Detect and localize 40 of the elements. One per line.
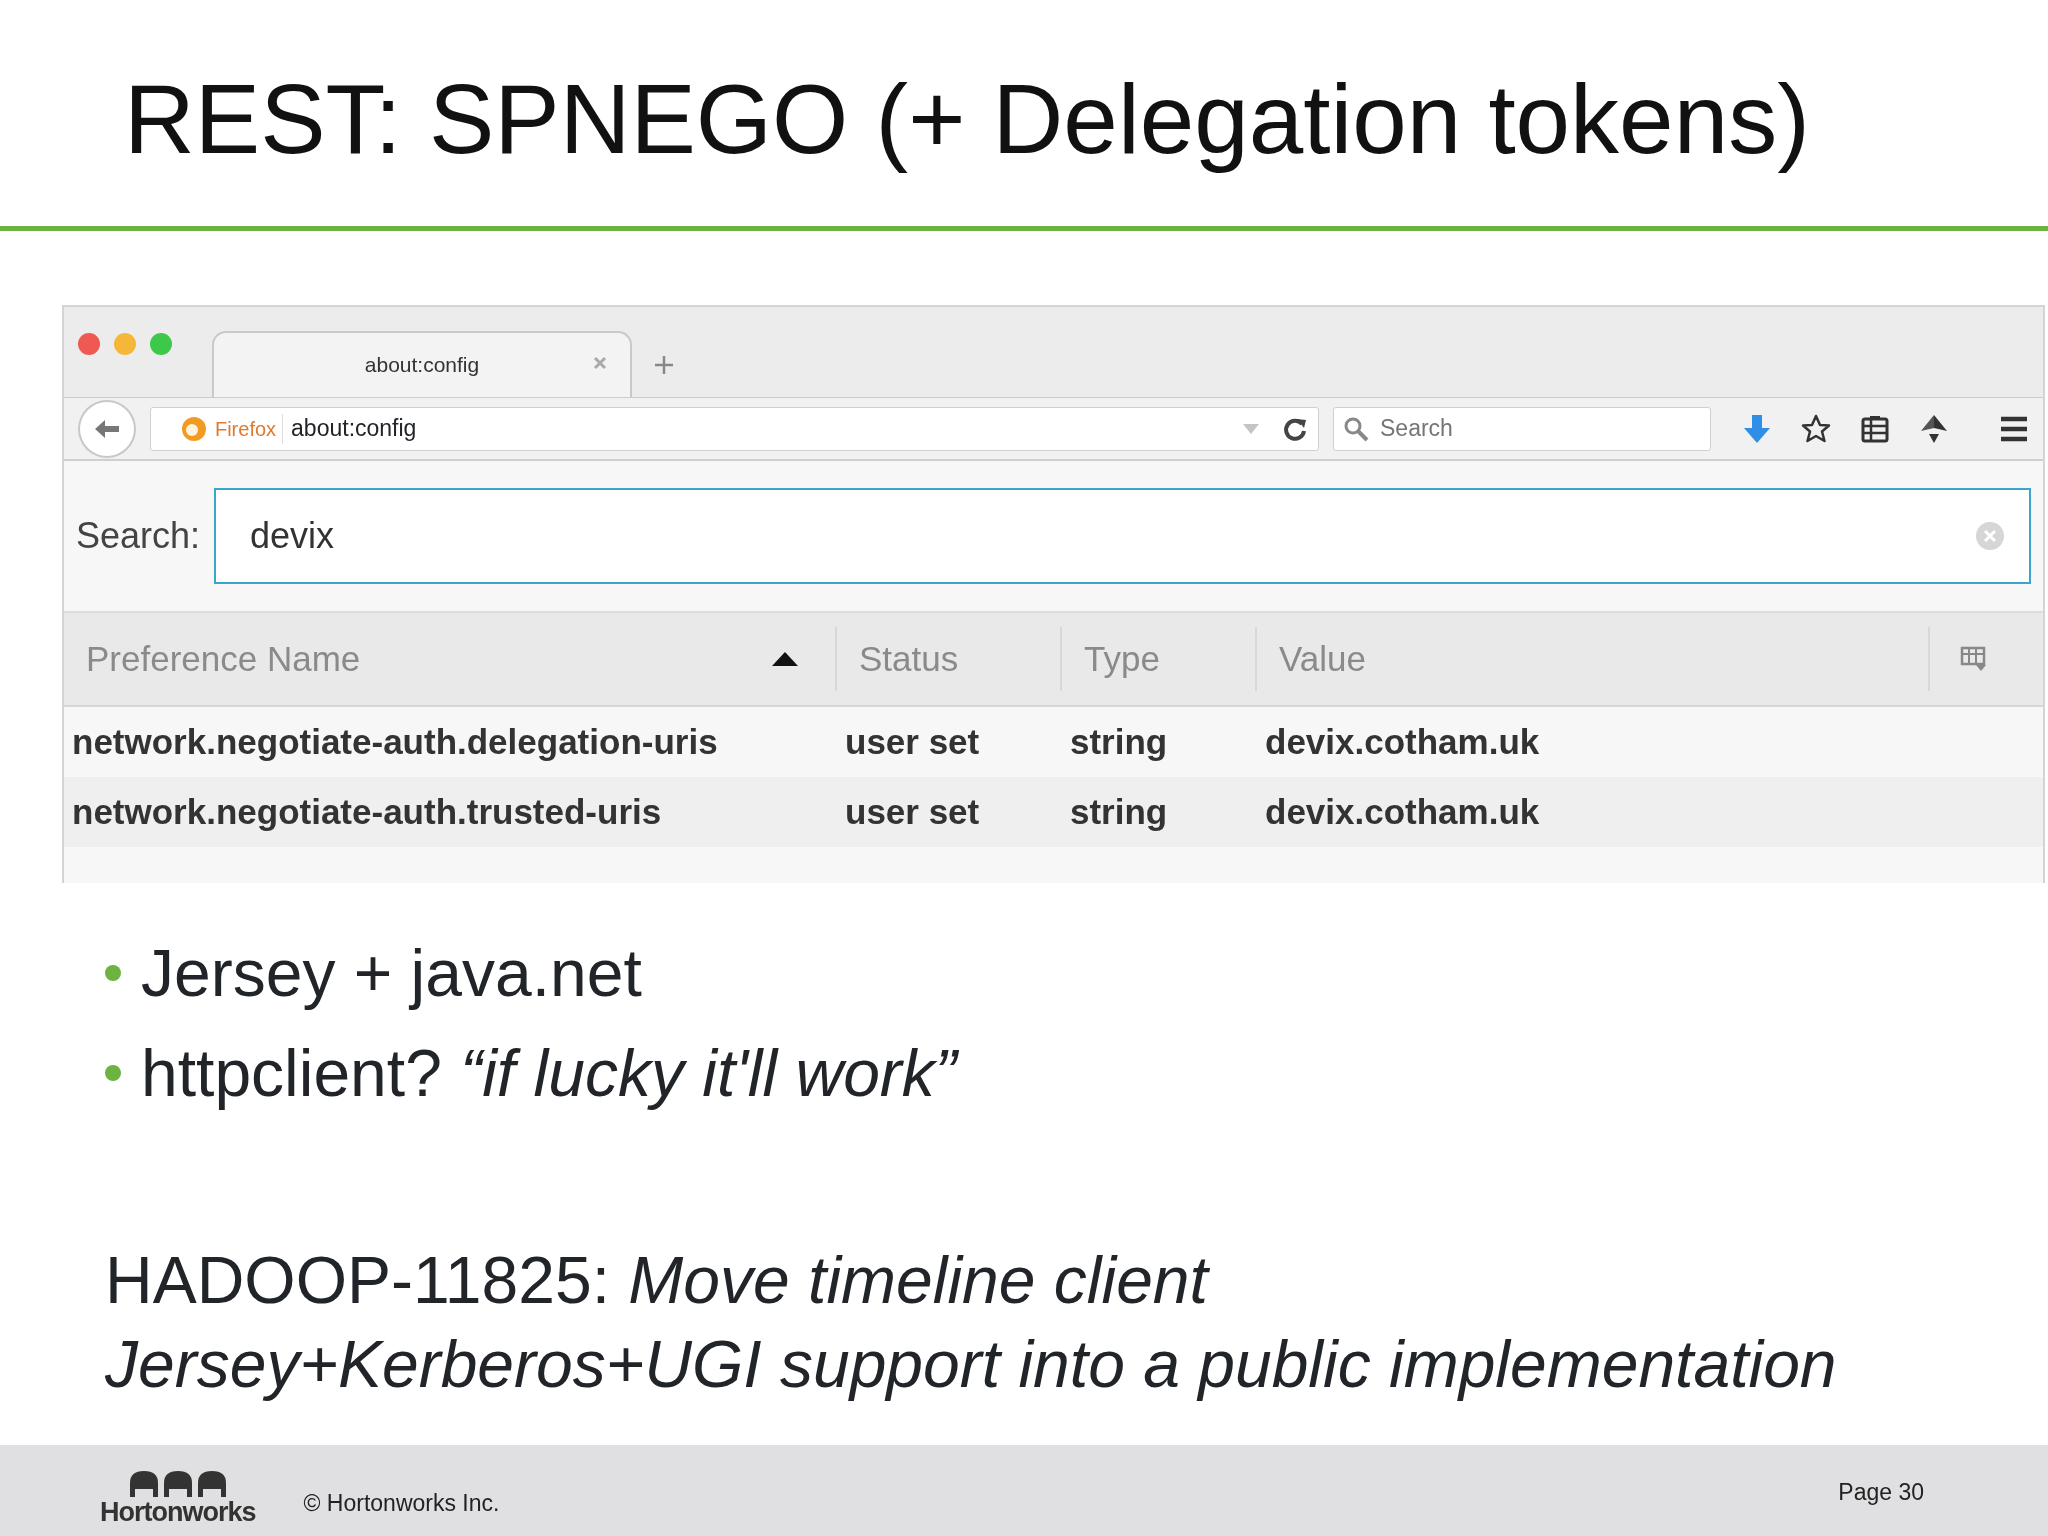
column-header[interactable]: Preference Name bbox=[64, 627, 837, 691]
minimize-window-button[interactable] bbox=[114, 333, 136, 355]
browser-tab[interactable]: about:config bbox=[212, 331, 632, 397]
column-picker-icon[interactable] bbox=[1960, 645, 1988, 673]
search-field[interactable]: Search bbox=[1333, 406, 1711, 451]
menu-icon[interactable] bbox=[1999, 415, 2029, 442]
bullet-icon bbox=[105, 965, 121, 981]
address-bar[interactable]: Firefox about:config bbox=[149, 406, 1319, 451]
note-text: HADOOP-11825: Move timeline client Jersey+Kerberos+UGI support into a public implementation bbox=[104, 1242, 1838, 1403]
site-identity-label: Firefox bbox=[214, 413, 284, 444]
dropdown-triangle-icon[interactable] bbox=[1242, 421, 1260, 436]
download-arrow-icon[interactable] bbox=[1743, 413, 1771, 444]
table-cell-text: network.negotiate-auth.trusted-uris bbox=[71, 790, 663, 833]
table-cell-text: string bbox=[1069, 720, 1169, 763]
table-cell-text: user set bbox=[844, 720, 981, 763]
filter-field[interactable]: devix bbox=[214, 488, 2031, 584]
copyright-text: © Hortonworks Inc. bbox=[303, 1488, 500, 1518]
slide-title: REST: SPNEGO (+ Delegation tokens) bbox=[123, 63, 1811, 176]
bullet-icon bbox=[105, 1065, 121, 1081]
table-cell-text: devix.cotham.uk bbox=[1264, 790, 1541, 833]
close-window-button[interactable] bbox=[78, 333, 100, 355]
table-cell-text: devix.cotham.uk bbox=[1264, 720, 1541, 763]
bullet-text: Jersey + java.net bbox=[141, 935, 642, 1012]
close-icon[interactable] bbox=[592, 355, 608, 371]
bullet-text: httpclient? “if lucky it'll work” bbox=[141, 1035, 957, 1112]
table-cell-text: network.negotiate-auth.delegation-uris bbox=[71, 720, 719, 763]
logo-text: Hortonworks bbox=[100, 1499, 256, 1526]
column-header[interactable]: Value bbox=[1257, 627, 1930, 691]
new-tab-icon[interactable] bbox=[652, 353, 676, 377]
star-icon[interactable] bbox=[1801, 413, 1831, 444]
url-text: about:config bbox=[291, 414, 417, 444]
table-cell-text: string bbox=[1069, 790, 1169, 833]
table-cell-text: user set bbox=[844, 790, 981, 833]
column-header[interactable]: Status bbox=[837, 627, 1062, 691]
search-label: Search: bbox=[76, 514, 201, 558]
page-number: Page 30 bbox=[1838, 1478, 1924, 1507]
maximize-window-button[interactable] bbox=[150, 333, 172, 355]
search-icon bbox=[1343, 415, 1369, 442]
reading-list-icon[interactable] bbox=[1861, 414, 1889, 443]
column-header[interactable]: Type bbox=[1062, 627, 1257, 691]
